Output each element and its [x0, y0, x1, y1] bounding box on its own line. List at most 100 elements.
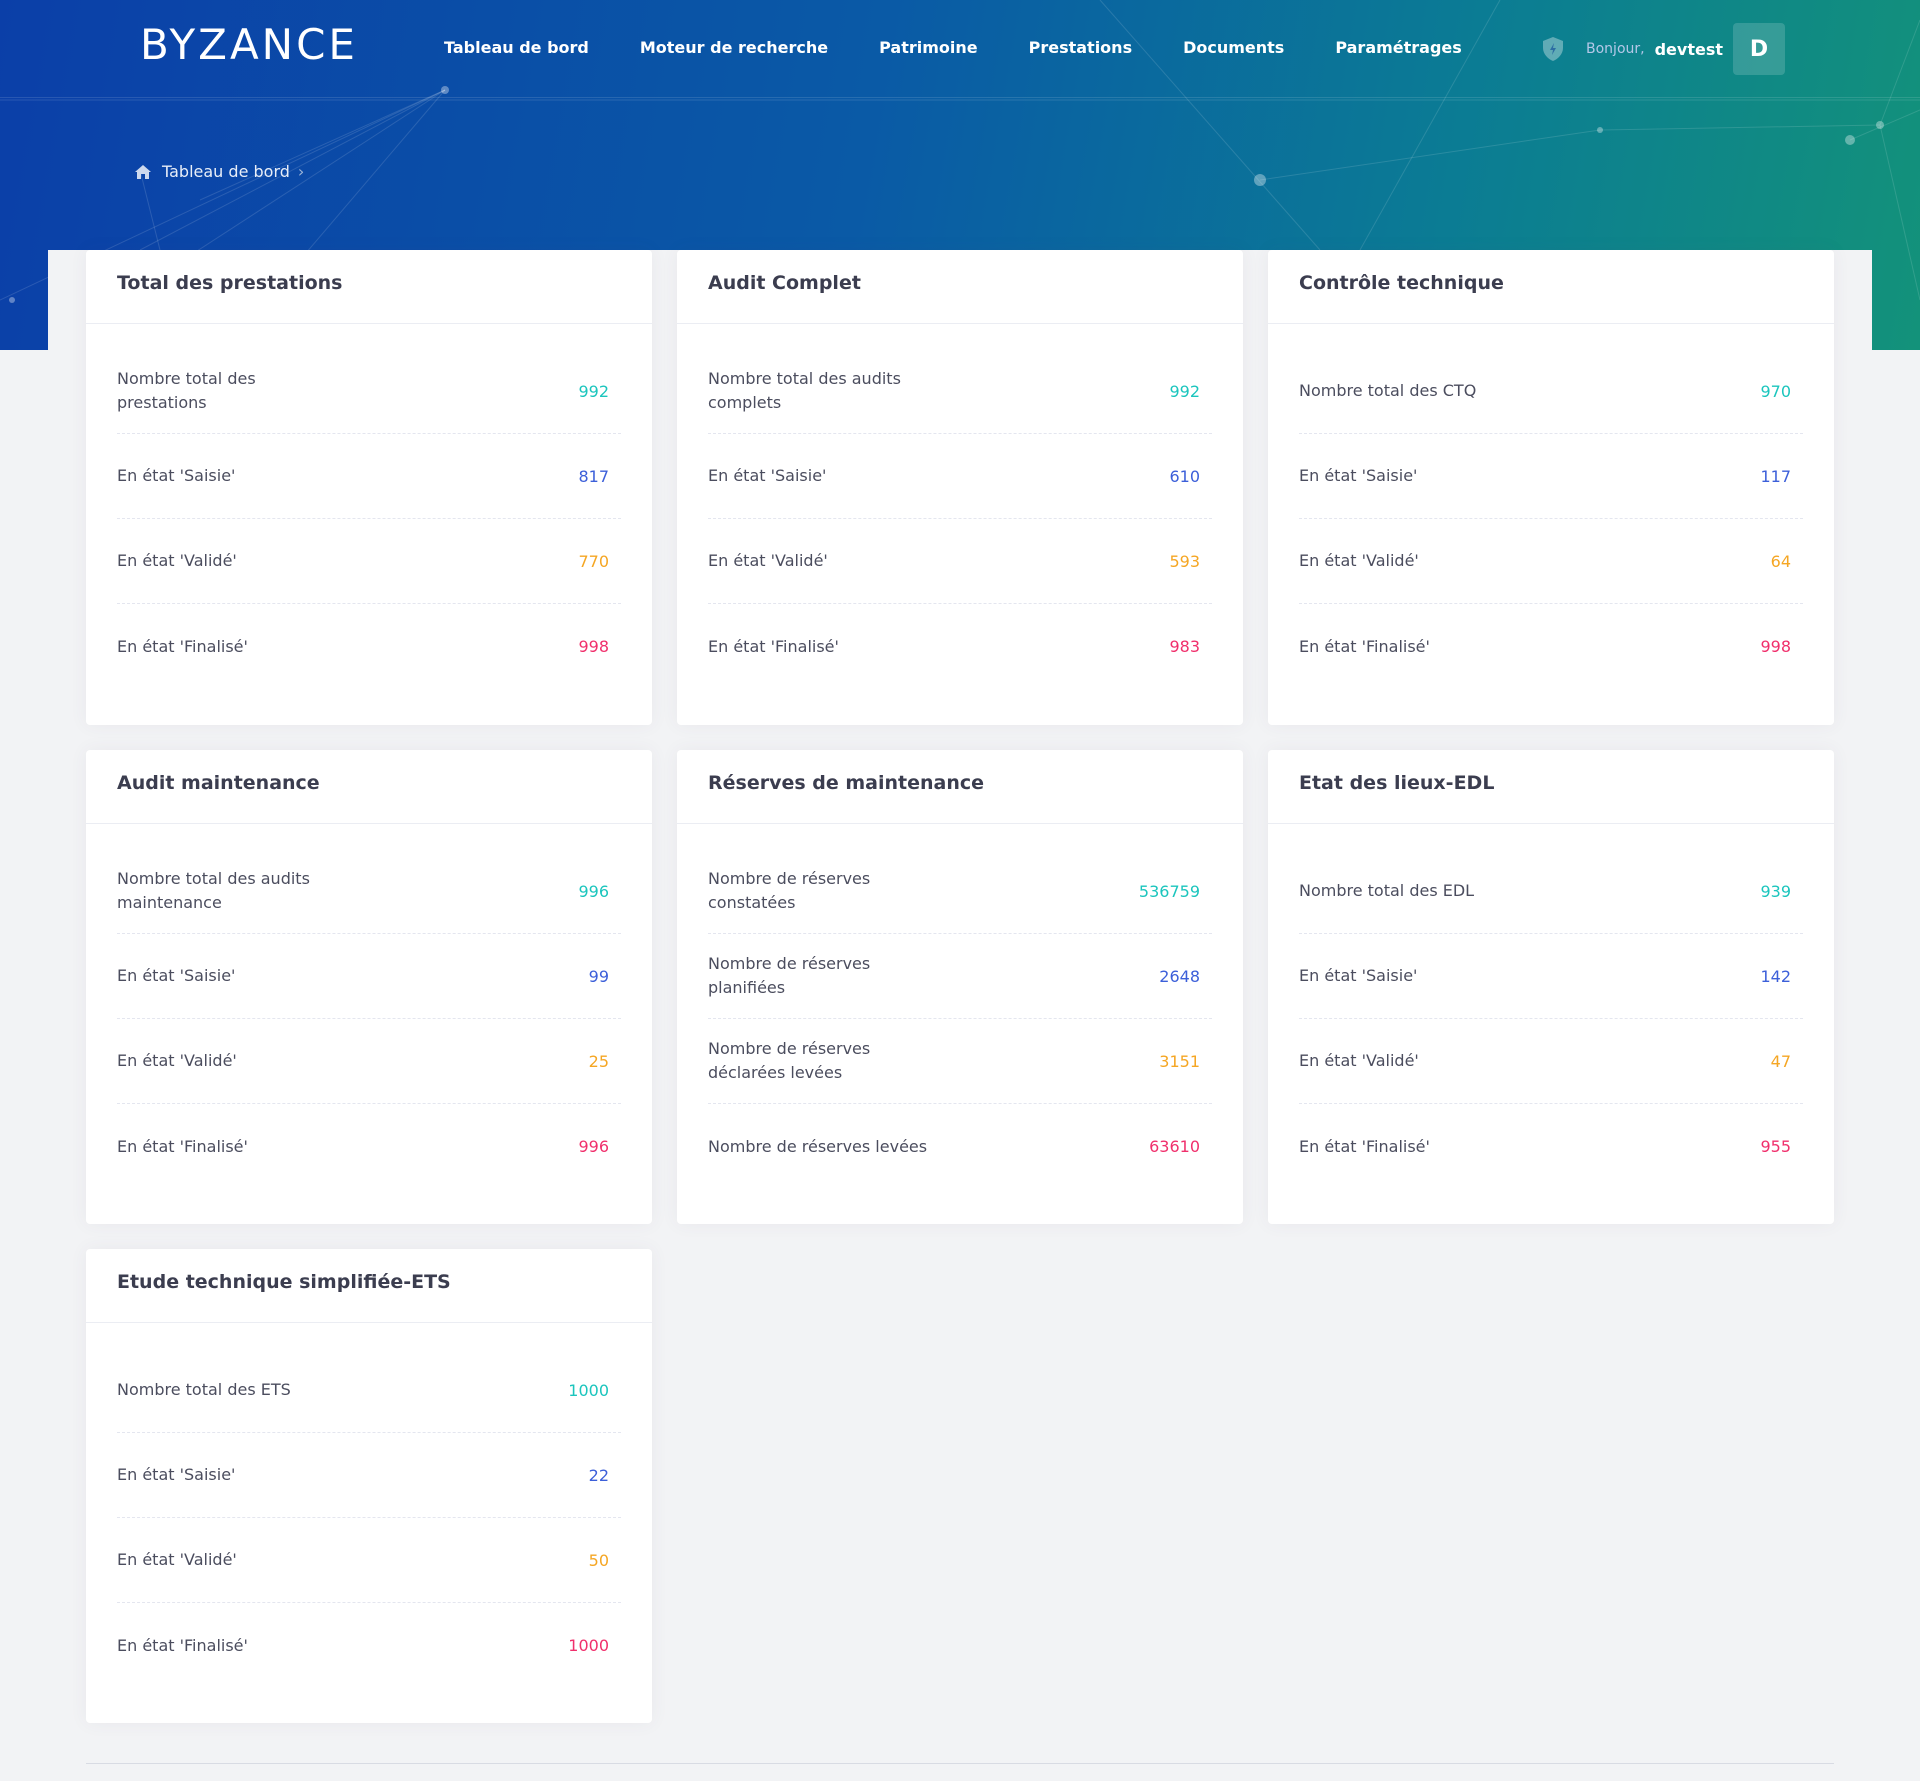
- card-controle-technique: Contrôle technique Nombre total des CTQ 9…: [1268, 250, 1834, 725]
- user-menu[interactable]: Bonjour, devtest D: [1542, 22, 1785, 76]
- stat-label: En état 'Saisie': [1299, 966, 1418, 985]
- stat-label: En état 'Saisie': [117, 1465, 236, 1484]
- stat-label: En état 'Saisie': [117, 966, 236, 985]
- stat-value: 996: [578, 881, 609, 901]
- stat-label: En état 'Validé': [117, 551, 237, 570]
- stat-label: En état 'Finalisé': [708, 636, 839, 656]
- stat-row: Nombre total des EDL 939: [1299, 849, 1803, 934]
- stat-label: En état 'Validé': [708, 551, 828, 570]
- stat-label: Nombre total des audits complets: [708, 369, 901, 412]
- stat-value: 970: [1760, 381, 1791, 401]
- card-audit-complet: Audit Complet Nombre total des audits co…: [677, 250, 1243, 725]
- stat-value: 992: [1169, 381, 1200, 401]
- stat-row: En état 'Finalisé' 983: [708, 604, 1212, 689]
- stat-label: En état 'Finalisé': [117, 1136, 248, 1156]
- nav-documents[interactable]: Documents: [1183, 38, 1284, 57]
- stat-row: Nombre de réserves planifiées 2648: [708, 934, 1212, 1019]
- stat-value: 1000: [568, 1380, 609, 1400]
- card-title: Etude technique simplifiée-ETS: [117, 1271, 451, 1293]
- stat-value: 536759: [1138, 881, 1200, 901]
- stat-row: En état 'Validé' 25: [117, 1019, 621, 1104]
- stat-value: 983: [1169, 637, 1200, 656]
- breadcrumb: Tableau de bord ›: [134, 162, 304, 181]
- stat-value: 998: [578, 637, 609, 656]
- card-reserves-maintenance: Réserves de maintenance Nombre de réserv…: [677, 750, 1243, 1224]
- stat-value: 593: [1169, 551, 1200, 571]
- shield-icon[interactable]: [1542, 36, 1564, 62]
- nav-patrimoine[interactable]: Patrimoine: [879, 38, 978, 57]
- footer-divider: [86, 1763, 1834, 1764]
- stat-label: En état 'Saisie': [708, 466, 827, 485]
- greeting-label: Bonjour,: [1586, 41, 1645, 57]
- stat-label: En état 'Validé': [1299, 551, 1419, 570]
- stat-row: En état 'Finalisé' 998: [117, 604, 621, 689]
- stat-value: 50: [588, 1550, 609, 1570]
- byzance-logo[interactable]: BYZANCE: [140, 20, 358, 69]
- stat-value: 64: [1770, 551, 1791, 571]
- stat-row: Nombre total des prestations 992: [117, 349, 621, 434]
- stat-row: En état 'Finalisé' 996: [117, 1104, 621, 1189]
- stat-label: Nombre total des EDL: [1299, 881, 1475, 900]
- stat-label: En état 'Finalisé': [1299, 1136, 1430, 1156]
- stat-row: Nombre de réserves déclarées levées 3151: [708, 1019, 1212, 1104]
- stat-row: En état 'Saisie' 142: [1299, 934, 1803, 1019]
- stat-row: En état 'Finalisé' 955: [1299, 1104, 1803, 1189]
- stat-row: En état 'Validé' 593: [708, 519, 1212, 604]
- card-title: Contrôle technique: [1299, 272, 1504, 294]
- home-icon[interactable]: [134, 164, 152, 180]
- stat-row: En état 'Saisie' 610: [708, 434, 1212, 519]
- nav-moteur-de-recherche[interactable]: Moteur de recherche: [640, 38, 828, 57]
- card-title: Réserves de maintenance: [708, 772, 985, 794]
- stat-value: 992: [578, 381, 609, 401]
- card-etat-des-lieux: Etat des lieux-EDL Nombre total des EDL 9…: [1268, 750, 1834, 1224]
- stat-value: 955: [1760, 1137, 1791, 1156]
- stat-label: En état 'Validé': [1299, 1051, 1419, 1070]
- nav-parametrages[interactable]: Paramétrages: [1335, 38, 1461, 57]
- stat-row: Nombre total des CTQ 970: [1299, 349, 1803, 434]
- nav-prestations[interactable]: Prestations: [1029, 38, 1132, 57]
- stat-row: En état 'Validé' 50: [117, 1518, 621, 1603]
- nav-tableau-de-bord[interactable]: Tableau de bord: [444, 38, 589, 57]
- stat-value: 996: [578, 1137, 609, 1156]
- card-title: Audit Complet: [708, 272, 861, 294]
- stat-label: Nombre total des audits maintenance: [117, 869, 310, 912]
- stat-value: 22: [588, 1465, 609, 1485]
- card-title: Etat des lieux-EDL: [1299, 772, 1495, 794]
- stat-value: 770: [578, 551, 609, 571]
- stat-value: 610: [1169, 466, 1200, 486]
- card-audit-maintenance: Audit maintenance Nombre total des audit…: [86, 750, 652, 1224]
- username-label: devtest: [1654, 39, 1723, 59]
- stat-label: Nombre de réserves constatées: [708, 869, 871, 912]
- stat-label: En état 'Finalisé': [117, 636, 248, 656]
- stat-value: 47: [1770, 1051, 1791, 1071]
- stat-value: 99: [588, 966, 609, 986]
- stat-value: 25: [588, 1051, 609, 1071]
- stat-label: Nombre total des ETS: [117, 1380, 291, 1399]
- stat-label: En état 'Validé': [117, 1051, 237, 1070]
- breadcrumb-current[interactable]: Tableau de bord: [162, 162, 290, 181]
- stat-row: En état 'Finalisé' 1000: [117, 1603, 621, 1688]
- stat-value: 939: [1760, 881, 1791, 901]
- stat-row: En état 'Validé' 64: [1299, 519, 1803, 604]
- top-navigation-bar: BYZANCE Tableau de bord Moteur de recher…: [0, 0, 1920, 98]
- card-title: Total des prestations: [117, 272, 343, 294]
- stat-value: 1000: [568, 1636, 609, 1655]
- stat-label: En état 'Finalisé': [1299, 636, 1430, 656]
- stat-value: 3151: [1159, 1051, 1200, 1071]
- user-avatar[interactable]: D: [1733, 23, 1785, 75]
- card-total-prestations: Total des prestations Nombre total des p…: [86, 250, 652, 725]
- stat-value: 142: [1760, 966, 1791, 986]
- stat-label: En état 'Validé': [117, 1550, 237, 1569]
- stat-row: En état 'Validé' 47: [1299, 1019, 1803, 1104]
- stat-row: Nombre total des audits maintenance 996: [117, 849, 621, 934]
- stat-value: 817: [578, 466, 609, 486]
- stat-value: 63610: [1149, 1137, 1200, 1156]
- stat-value: 117: [1760, 466, 1791, 486]
- stat-row: Nombre total des ETS 1000: [117, 1348, 621, 1433]
- card-etude-technique-ets: Etude technique simplifiée-ETS Nombre to…: [86, 1249, 652, 1723]
- stat-label: Nombre total des CTQ: [1299, 381, 1477, 400]
- stat-row: En état 'Saisie' 817: [117, 434, 621, 519]
- stat-row: Nombre de réserves constatées 536759: [708, 849, 1212, 934]
- stat-value: 998: [1760, 637, 1791, 656]
- stat-label: En état 'Finalisé': [117, 1635, 248, 1655]
